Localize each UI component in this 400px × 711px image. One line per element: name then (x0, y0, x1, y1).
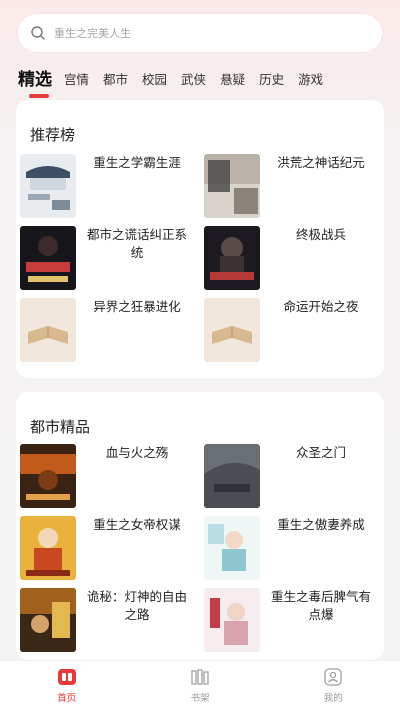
book-item[interactable]: 血与火之殇 (16, 444, 200, 508)
book-item[interactable]: 命运开始之夜 (200, 298, 384, 362)
section-title: 都市精品 (30, 418, 91, 436)
nav-profile[interactable]: 我的 (293, 668, 373, 704)
book-title: 诡秘：灯神的自由之路 (86, 589, 187, 622)
book-cover (204, 516, 260, 580)
tab-campus[interactable]: 校园 (142, 69, 167, 96)
book-cover (204, 298, 260, 362)
book-cover (204, 226, 260, 290)
nav-bookshelf[interactable]: 书架 (160, 668, 240, 704)
book-item[interactable]: 终极战兵 (200, 226, 384, 290)
book-cover (20, 444, 76, 508)
search-bar[interactable]: 重生之完美人生 (18, 14, 382, 52)
category-tabs: 精选 宫情 都市 校园 武侠 悬疑 历史 游戏 (0, 62, 400, 98)
search-placeholder: 重生之完美人生 (54, 27, 131, 40)
book-item[interactable]: 诡秘：灯神的自由之路 (16, 588, 200, 652)
nav-bookshelf-label: 书架 (190, 693, 210, 704)
tab-mystery[interactable]: 悬疑 (220, 69, 245, 96)
book-title: 命运开始之夜 (283, 299, 359, 314)
tab-martial-arts[interactable]: 武侠 (181, 69, 206, 96)
bookshelf-icon (190, 668, 210, 686)
nav-home-label: 首页 (57, 693, 77, 704)
book-title: 终极战兵 (295, 227, 346, 242)
book-title: 众圣之门 (295, 445, 346, 460)
tab-featured[interactable]: 精选 (18, 65, 52, 98)
book-item[interactable]: 都市之谎话纠正系统 (16, 226, 200, 290)
search-icon (30, 25, 46, 41)
book-title: 重生之毒后脾气有点爆 (270, 589, 371, 622)
tab-game[interactable]: 游戏 (298, 69, 323, 96)
tab-history[interactable]: 历史 (259, 69, 284, 96)
book-title: 血与火之殇 (105, 445, 169, 460)
book-cover (20, 516, 76, 580)
book-title: 重生之女帝权谋 (93, 517, 181, 532)
book-item[interactable]: 众圣之门 (200, 444, 384, 508)
book-item[interactable]: 重生之女帝权谋 (16, 516, 200, 580)
bottom-nav: 首页 书架 我的 (0, 660, 400, 711)
book-cover (20, 226, 76, 290)
home-icon (57, 668, 77, 686)
book-title: 重生之学霸生涯 (93, 155, 181, 170)
book-cover (204, 154, 260, 218)
book-cover (204, 444, 260, 508)
book-cover (20, 588, 76, 652)
urban-section: 都市精品 血与火之殇 众圣之门 重生之女帝权谋 重生之傲妻养成 诡秘：灯神的自由… (16, 392, 384, 660)
recommend-section: 推荐榜 重生之学霸生涯 洪荒之神话纪元 都市之谎话纠正系统 终极战兵 异界之狂暴… (16, 100, 384, 378)
profile-icon (323, 668, 343, 686)
book-cover (204, 588, 260, 652)
book-title: 都市之谎话纠正系统 (86, 227, 187, 260)
book-item[interactable]: 重生之学霸生涯 (16, 154, 200, 218)
book-title: 重生之傲妻养成 (277, 517, 365, 532)
book-item[interactable]: 重生之傲妻养成 (200, 516, 384, 580)
nav-profile-label: 我的 (323, 693, 343, 704)
book-title: 异界之狂暴进化 (93, 299, 181, 314)
book-cover (20, 154, 76, 218)
section-title: 推荐榜 (30, 126, 76, 144)
book-item[interactable]: 洪荒之神话纪元 (200, 154, 384, 218)
book-item[interactable]: 重生之毒后脾气有点爆 (200, 588, 384, 652)
book-item[interactable]: 异界之狂暴进化 (16, 298, 200, 362)
book-cover (20, 298, 76, 362)
nav-home[interactable]: 首页 (27, 668, 107, 704)
tab-palace[interactable]: 宫情 (64, 69, 89, 96)
book-title: 洪荒之神话纪元 (277, 155, 365, 170)
tab-urban[interactable]: 都市 (103, 69, 128, 96)
